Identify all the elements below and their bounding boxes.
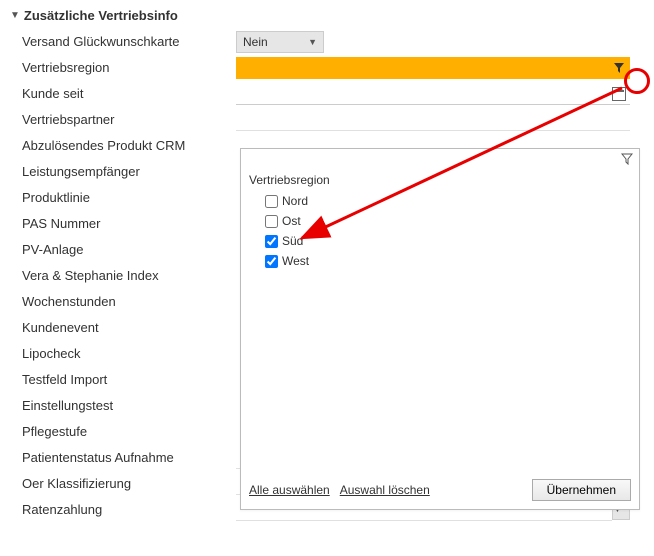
filter-icon[interactable] — [610, 59, 628, 77]
label-wochen: Wochenstunden — [10, 289, 236, 315]
filter-option[interactable]: Nord — [265, 191, 631, 211]
label-ratenzahlung: Ratenzahlung — [10, 497, 236, 523]
label-kundenevent: Kundenevent — [10, 315, 236, 341]
filter-option-label: Nord — [282, 194, 308, 208]
section-title: Zusätzliche Vertriebsinfo — [24, 8, 178, 23]
versand-dropdown[interactable]: Nein ▼ — [236, 31, 324, 53]
calendar-icon — [612, 87, 626, 101]
apply-button[interactable]: Übernehmen — [532, 479, 631, 501]
clear-selection-link[interactable]: Auswahl löschen — [340, 483, 430, 497]
select-all-link[interactable]: Alle auswählen — [249, 483, 330, 497]
label-testfeld: Testfeld Import — [10, 367, 236, 393]
label-vera: Vera & Stephanie Index — [10, 263, 236, 289]
label-patientenstatus: Patientenstatus Aufnahme — [10, 445, 236, 471]
label-pas: PAS Nummer — [10, 211, 236, 237]
label-pflegestufe: Pflegestufe — [10, 419, 236, 445]
filter-option[interactable]: West — [265, 251, 631, 271]
label-leistungsempf: Leistungsempfänger — [10, 159, 236, 185]
label-produktlinie: Produktlinie — [10, 185, 236, 211]
vertriebsregion-field[interactable] — [236, 57, 630, 79]
filter-option-label: Ost — [282, 214, 301, 228]
chevron-down-icon: ▼ — [308, 37, 317, 47]
row-kundeseit: Kunde seit — [10, 81, 644, 107]
filter-title: Vertriebsregion — [249, 173, 631, 187]
filter-option-label: Süd — [282, 234, 303, 248]
label-lipocheck: Lipocheck — [10, 341, 236, 367]
kundeseit-date-field[interactable] — [236, 83, 630, 105]
row-vertriebspartner: Vertriebspartner — [10, 107, 644, 133]
row-vertriebsregion: Vertriebsregion — [10, 55, 644, 81]
label-versand: Versand Glückwunschkarte — [10, 29, 236, 55]
label-vertriebsregion: Vertriebsregion — [10, 55, 236, 81]
filter-option[interactable]: Ost — [265, 211, 631, 231]
filter-checkbox[interactable] — [265, 215, 278, 228]
vertriebspartner-field[interactable] — [236, 109, 630, 131]
filter-icon[interactable] — [621, 153, 633, 165]
label-einstell: Einstellungstest — [10, 393, 236, 419]
filter-checkbox[interactable] — [265, 235, 278, 248]
label-vertriebspartner: Vertriebspartner — [10, 107, 236, 133]
filter-option-label: West — [282, 254, 309, 268]
filter-checkbox[interactable] — [265, 195, 278, 208]
filter-panel: Vertriebsregion Nord Ost Süd West Alle ausw… — [240, 148, 640, 510]
section-header[interactable]: ▼ Zusätzliche Vertriebsinfo — [10, 8, 644, 23]
versand-dropdown-value: Nein — [243, 35, 268, 49]
row-versand: Versand Glückwunschkarte Nein ▼ — [10, 29, 644, 55]
label-abzul: Abzulösendes Produkt CRM — [10, 133, 236, 159]
label-oer: Oer Klassifizierung — [10, 471, 236, 497]
label-pv: PV-Anlage — [10, 237, 236, 263]
filter-option[interactable]: Süd — [265, 231, 631, 251]
filter-checkbox[interactable] — [265, 255, 278, 268]
collapse-arrow-icon: ▼ — [10, 10, 20, 21]
label-kundeseit: Kunde seit — [10, 81, 236, 107]
